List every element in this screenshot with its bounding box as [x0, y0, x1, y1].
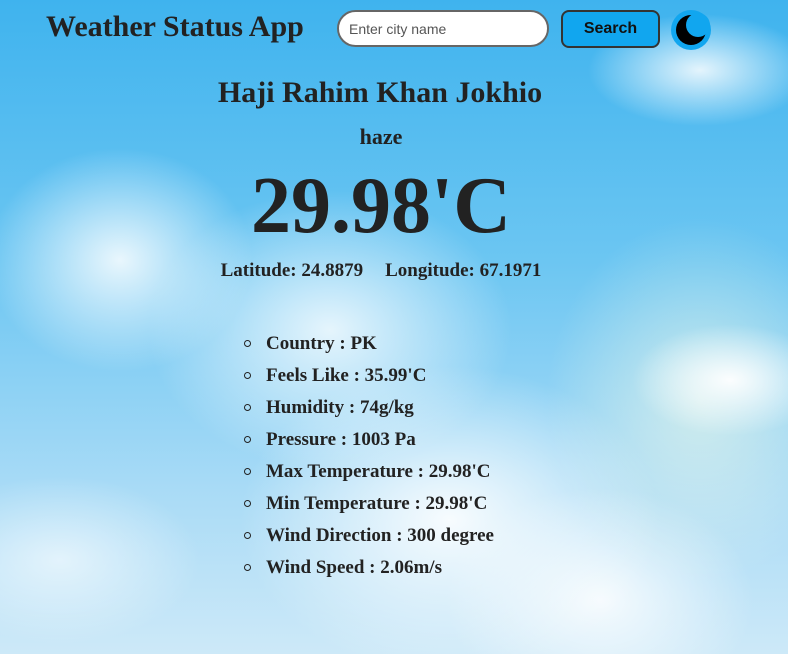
detail-pressure: Pressure : 1003 Pa [244, 428, 494, 460]
app-title: Weather Status App [46, 10, 304, 43]
detail-min-temperature: Min Temperature : 29.98'C [244, 492, 494, 524]
bullet-icon [244, 340, 251, 347]
detail-country: Country : PK [244, 332, 494, 364]
detail-wind-speed: Wind Speed : 2.06m/s [244, 556, 494, 588]
detail-max-temperature: Max Temperature : 29.98'C [244, 460, 494, 492]
weather-condition: haze [359, 124, 403, 149]
temperature: 29.98'C [251, 162, 511, 250]
latitude: Latitude: 24.8879 [220, 260, 364, 281]
header: Weather Status App Search [0, 0, 788, 60]
coordinates: Latitude: 24.8879 Longitude: 67.1971 [0, 260, 762, 282]
bullet-icon [244, 436, 251, 443]
search-button[interactable]: Search [561, 10, 660, 48]
longitude: Longitude: 67.1971 [385, 260, 542, 281]
theme-toggle-button[interactable] [671, 10, 711, 50]
bullet-icon [244, 404, 251, 411]
moon-icon [676, 13, 710, 45]
search-input[interactable] [337, 10, 549, 47]
city-name: Haji Rahim Khan Jokhio [217, 76, 543, 109]
bullet-icon [244, 532, 251, 539]
detail-wind-direction: Wind Direction : 300 degree [244, 524, 494, 556]
bullet-icon [244, 500, 251, 507]
bullet-icon [244, 372, 251, 379]
detail-feels-like: Feels Like : 35.99'C [244, 364, 494, 396]
bullet-icon [244, 564, 251, 571]
weather-details-list: Country : PK Feels Like : 35.99'C Humidi… [244, 332, 494, 588]
detail-humidity: Humidity : 74g/kg [244, 396, 494, 428]
bullet-icon [244, 468, 251, 475]
